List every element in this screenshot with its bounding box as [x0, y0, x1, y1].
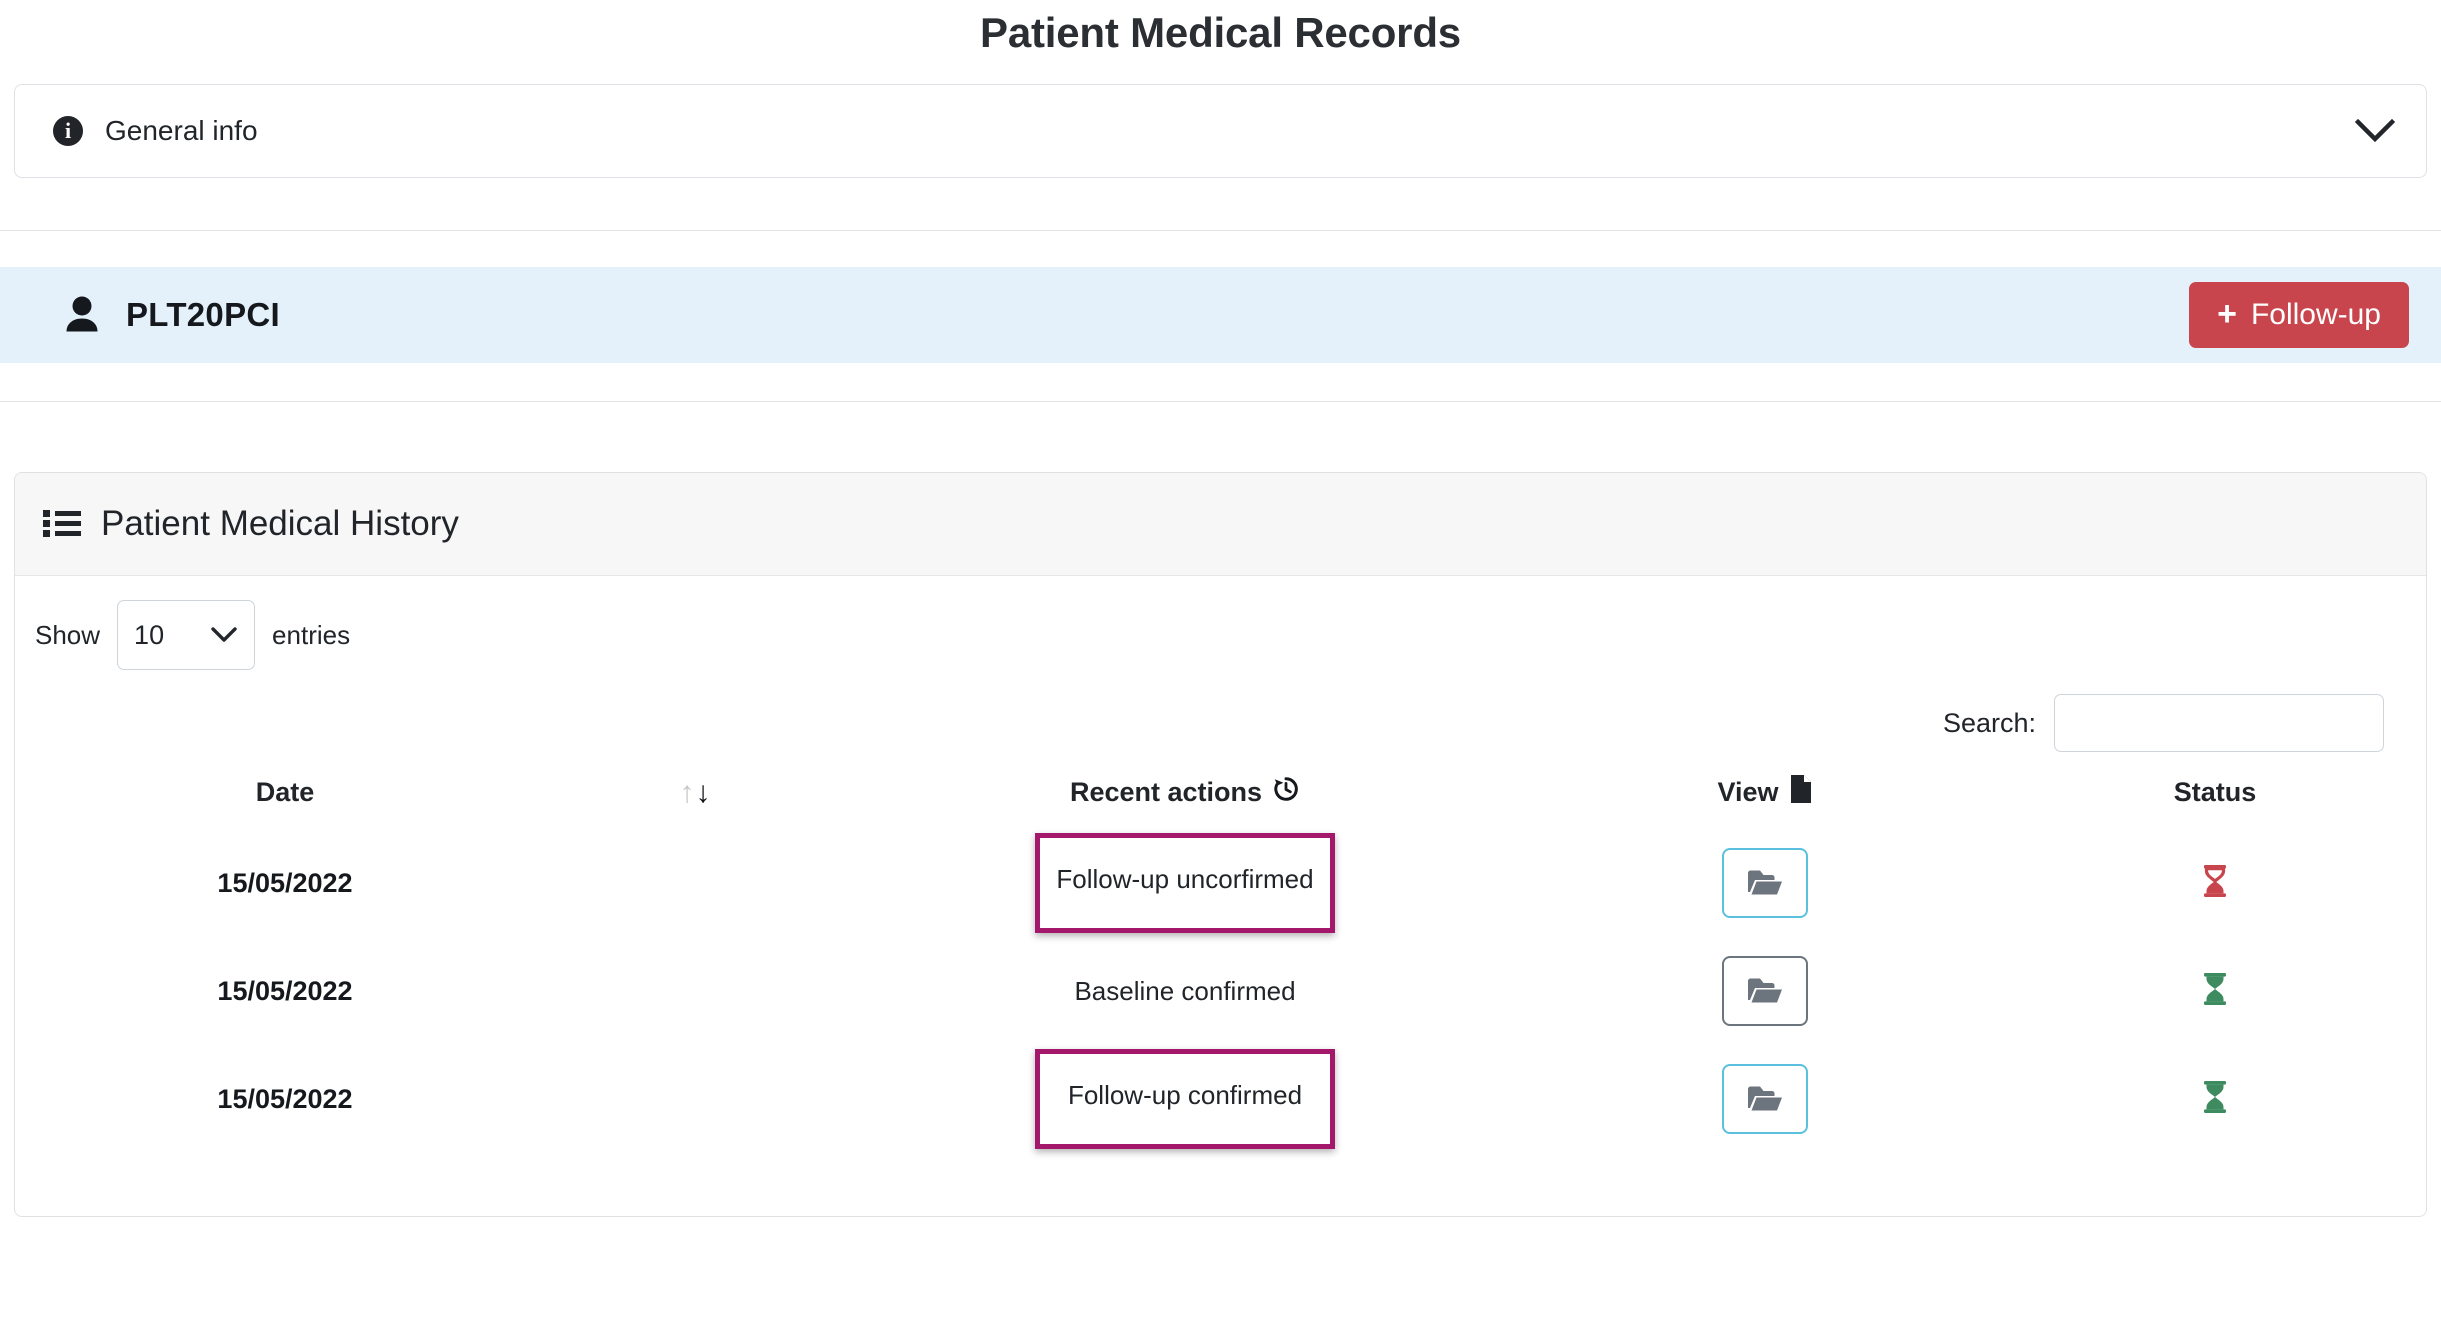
- general-info-label: General info: [105, 115, 258, 146]
- patient-identity-group: PLT20PCI: [64, 295, 2189, 335]
- cell-status: [1995, 829, 2426, 937]
- recent-action-highlight: Follow-up confirmed: [1035, 1049, 1335, 1149]
- table-head: Date ↑ ↓ Recent actions View Status: [15, 774, 2426, 829]
- file-icon: [1789, 774, 1813, 811]
- show-label: Show: [35, 619, 101, 650]
- table-header-row: Date ↑ ↓ Recent actions View Status: [15, 774, 2426, 829]
- search-label: Search:: [1942, 707, 2036, 738]
- recent-action-text: Follow-up confirmed: [1067, 1079, 1303, 1110]
- add-follow-up-button[interactable]: + Follow-up: [2189, 282, 2409, 348]
- clock-history-icon: [1272, 775, 1300, 810]
- entries-length-control: Show 10 entries: [35, 600, 2396, 670]
- cell-spacer: [555, 1045, 835, 1153]
- patient-id: PLT20PCI: [126, 296, 280, 333]
- add-follow-up-button-label: Follow-up: [2250, 298, 2381, 331]
- column-header-view-label: View: [1717, 777, 1779, 807]
- entries-label: entries: [272, 619, 351, 650]
- cell-recent-action: Baseline confirmed: [835, 937, 1535, 1045]
- cell-status: [1995, 1045, 2426, 1153]
- view-record-button[interactable]: [1722, 956, 1808, 1026]
- cell-view: [1535, 937, 1995, 1045]
- recent-action-text: Follow-up uncorfirmed: [1056, 863, 1314, 894]
- column-header-date-label: Date: [255, 777, 315, 807]
- sort-arrows-icon[interactable]: ↑ ↓: [555, 775, 835, 809]
- cell-view: [1535, 1045, 1995, 1153]
- divider-below-patient-bar: [0, 401, 2441, 402]
- cell-recent-action: Follow-up confirmed: [835, 1045, 1535, 1153]
- column-header-view[interactable]: View: [1535, 774, 1995, 829]
- cell-date: 15/05/2022: [217, 975, 353, 1006]
- table-row: 15/05/2022 Baseline confirmed: [15, 937, 2426, 1045]
- patient-medical-history-title: Patient Medical History: [101, 504, 459, 543]
- patient-medical-history-header: Patient Medical History: [15, 473, 2426, 576]
- page-title: Patient Medical Records: [980, 9, 1461, 56]
- recent-action-text: Baseline confirmed: [1074, 975, 1296, 1006]
- general-info-accordion-header[interactable]: i General info: [14, 84, 2427, 178]
- cell-view: [1535, 829, 1995, 937]
- cell-recent-action: Follow-up uncorfirmed: [835, 829, 1535, 937]
- column-header-recent-actions[interactable]: Recent actions: [835, 774, 1535, 829]
- chevron-down-icon: [210, 626, 238, 644]
- cell-spacer: [555, 937, 835, 1045]
- table-row: 15/05/2022 Follow-up uncorfirmed: [15, 829, 2426, 937]
- recent-action-highlight: Follow-up uncorfirmed: [1035, 833, 1335, 933]
- general-info-section: i General info: [14, 84, 2427, 178]
- sort-descending-arrow: ↓: [695, 775, 711, 809]
- column-header-status[interactable]: Status: [1995, 774, 2426, 829]
- hourglass-split-icon: [2200, 972, 2230, 1011]
- column-header-recent-actions-label: Recent actions: [1069, 777, 1263, 807]
- search-control: Search:: [35, 694, 2396, 752]
- person-icon: [64, 295, 100, 335]
- chevron-down-icon[interactable]: [2352, 108, 2398, 154]
- divider-above-patient-bar: [0, 230, 2441, 231]
- hourglass-bottom-icon: [2200, 864, 2230, 903]
- column-header-sort[interactable]: ↑ ↓: [555, 774, 835, 829]
- view-record-button[interactable]: [1722, 1064, 1808, 1134]
- view-record-button[interactable]: [1722, 848, 1808, 918]
- plus-icon: +: [2217, 294, 2237, 333]
- entries-per-page-select[interactable]: 10: [117, 600, 256, 670]
- list-icon: [43, 508, 81, 540]
- column-header-status-label: Status: [2173, 777, 2257, 807]
- general-info-label-group: i General info: [53, 115, 2352, 147]
- cell-status: [1995, 937, 2426, 1045]
- hourglass-split-icon: [2200, 1080, 2230, 1119]
- patient-medical-history-panel: Patient Medical History Show 10 entries …: [14, 472, 2427, 1217]
- datatable-controls: Show 10 entries Search:: [15, 576, 2426, 752]
- table-row: 15/05/2022 Follow-up confirmed: [15, 1045, 2426, 1153]
- table-body: 15/05/2022 Follow-up uncorfirmed 15/05/2…: [15, 829, 2426, 1153]
- entries-per-page-value: 10: [134, 619, 165, 650]
- search-input[interactable]: [2054, 694, 2384, 752]
- patient-identity-bar: PLT20PCI + Follow-up: [0, 267, 2441, 363]
- cell-date: 15/05/2022: [217, 1083, 353, 1114]
- sort-ascending-arrow: ↑: [679, 775, 695, 809]
- info-circle-icon: i: [53, 116, 83, 146]
- cell-date: 15/05/2022: [217, 867, 353, 898]
- column-header-date[interactable]: Date: [15, 774, 555, 829]
- cell-spacer: [555, 829, 835, 937]
- medical-history-table: Date ↑ ↓ Recent actions View Status 15/0…: [15, 774, 2426, 1153]
